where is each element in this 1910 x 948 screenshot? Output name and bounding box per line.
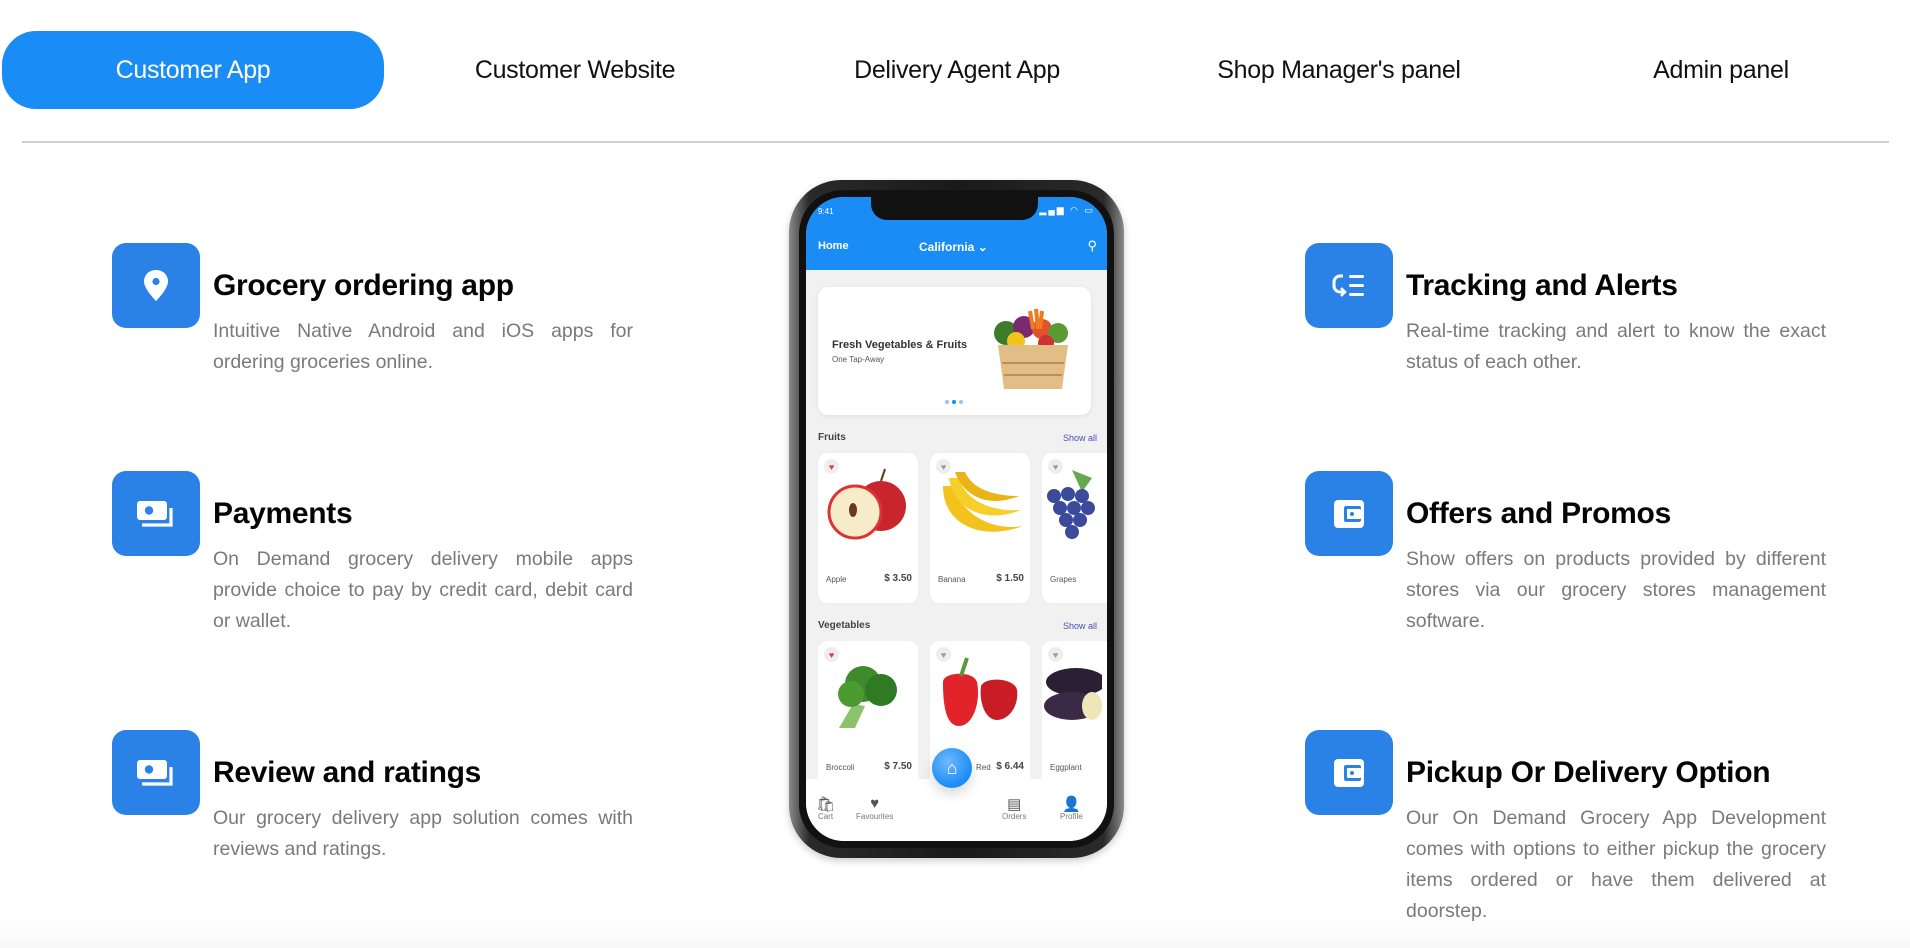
money-icon: [112, 471, 200, 556]
product-price: $ 3.50: [884, 573, 912, 584]
feature-title: Pickup Or Delivery Option: [1406, 756, 1771, 789]
page: Customer App Customer Website Delivery A…: [0, 0, 1910, 948]
fruits-section-title: Fruits: [818, 432, 846, 443]
favourite-heart-icon[interactable]: ♥: [936, 459, 951, 474]
feature-title: Tracking and Alerts: [1406, 269, 1678, 302]
favourite-heart-icon[interactable]: ♥: [936, 647, 951, 662]
feature-title: Payments: [213, 497, 353, 530]
feature-description: Our On Demand Grocery App Development co…: [1406, 807, 1826, 922]
product-card-apple[interactable]: ♥ Apple $ 3.50: [818, 453, 918, 603]
product-name: Broccoli: [826, 763, 855, 772]
feature-title: Offers and Promos: [1406, 497, 1671, 530]
favourite-heart-icon[interactable]: ♥: [1048, 459, 1063, 474]
carousel-dots[interactable]: [945, 400, 963, 404]
tab-customer-website[interactable]: Customer Website: [384, 31, 766, 109]
location-label: California: [919, 240, 975, 254]
status-icons: ▂▄▆ ◠ ▭: [1039, 205, 1095, 215]
promo-banner[interactable]: Fresh Vegetables & Fruits One Tap-Away: [818, 287, 1091, 415]
tracking-list-icon: [1305, 243, 1393, 328]
product-name: Red: [976, 763, 991, 772]
orders-icon: ▤: [1007, 796, 1022, 813]
search-icon[interactable]: ⚲: [1087, 238, 1097, 254]
nav-profile[interactable]: 👤 Profile: [1060, 795, 1083, 821]
home-icon: ⌂: [946, 757, 958, 778]
nav-label: Favourites: [856, 812, 894, 821]
feature-description: Our grocery delivery app solution comes …: [213, 807, 633, 860]
nav-cart[interactable]: 🛍 Cart: [816, 795, 835, 821]
phone-mockup: 9:41 ▂▄▆ ◠ ▭ Home California ⌄ ⚲ Fresh V…: [789, 180, 1124, 858]
feature-description: Show offers on products provided by diff…: [1406, 548, 1826, 632]
product-card-grapes[interactable]: ♥ Grapes: [1042, 453, 1107, 603]
chevron-down-icon: ⌄: [977, 240, 988, 254]
nav-label: Orders: [1002, 812, 1027, 821]
feature-title: Grocery ordering app: [213, 269, 514, 302]
tab-admin-panel[interactable]: Admin panel: [1530, 31, 1910, 109]
bottom-navigation: ⌂ 🛍 Cart ♥ Favourites ▤ Orders 👤 Profile: [806, 748, 1107, 841]
tab-bar: Customer App Customer Website Delivery A…: [2, 31, 1908, 109]
product-card-broccoli[interactable]: ♥ Broccoli $ 7.50: [818, 641, 918, 791]
product-price: $ 6.44: [996, 761, 1024, 772]
vegetables-section-title: Vegetables: [818, 620, 871, 631]
favourite-heart-icon[interactable]: ♥: [824, 459, 839, 474]
location-pin-icon: [112, 243, 200, 328]
user-icon: 👤: [1062, 796, 1081, 813]
banner-title: Fresh Vegetables & Fruits: [832, 339, 968, 351]
favourite-heart-icon[interactable]: ♥: [824, 647, 839, 662]
product-card-eggplant[interactable]: ♥ Eggplant: [1042, 641, 1107, 791]
feature-title: Review and ratings: [213, 756, 482, 789]
nav-label: Cart: [817, 812, 834, 821]
product-name: Apple: [826, 575, 847, 584]
fruits-show-all-link[interactable]: Show all: [1063, 433, 1097, 443]
tab-delivery-agent-app[interactable]: Delivery Agent App: [766, 31, 1148, 109]
feature-description: Real-time tracking and alert to know the…: [1406, 320, 1826, 373]
nav-orders[interactable]: ▤ Orders: [1002, 795, 1026, 821]
phone-screen: 9:41 ▂▄▆ ◠ ▭ Home California ⌄ ⚲ Fresh V…: [806, 197, 1107, 841]
phone-notch: [871, 197, 1038, 220]
product-name: Banana: [938, 575, 966, 584]
location-selector[interactable]: California ⌄: [919, 240, 988, 254]
nav-label: Profile: [1060, 812, 1083, 821]
nav-favourites[interactable]: ♥ Favourites: [856, 795, 893, 821]
shopping-bag-icon: 🛍: [816, 796, 836, 813]
wallet-icon: [1305, 730, 1393, 815]
tab-customer-app[interactable]: Customer App: [2, 31, 384, 109]
heart-icon: ♥: [870, 795, 880, 812]
status-time: 9:41: [818, 207, 834, 216]
feature-description: On Demand grocery delivery mobile apps p…: [213, 548, 633, 632]
home-button[interactable]: ⌂: [932, 748, 972, 788]
tab-divider: [22, 141, 1889, 143]
product-name: Eggplant: [1050, 763, 1082, 772]
banner-subtitle: One Tap-Away: [832, 355, 885, 364]
favourite-heart-icon[interactable]: ♥: [1048, 647, 1063, 662]
wallet-icon: [1305, 471, 1393, 556]
app-home-label: Home: [818, 240, 849, 252]
product-name: Grapes: [1050, 575, 1077, 584]
vegetables-show-all-link[interactable]: Show all: [1063, 621, 1097, 631]
money-icon: [112, 730, 200, 815]
product-price: $ 7.50: [884, 761, 912, 772]
vegetable-crate-image: [994, 308, 1068, 389]
tab-shop-managers-panel[interactable]: Shop Manager's panel: [1148, 31, 1530, 109]
product-card-banana[interactable]: ♥ Banana $ 1.50: [930, 453, 1030, 603]
feature-description: Intuitive Native Android and iOS apps fo…: [213, 320, 633, 373]
product-price: $ 1.50: [996, 573, 1024, 584]
